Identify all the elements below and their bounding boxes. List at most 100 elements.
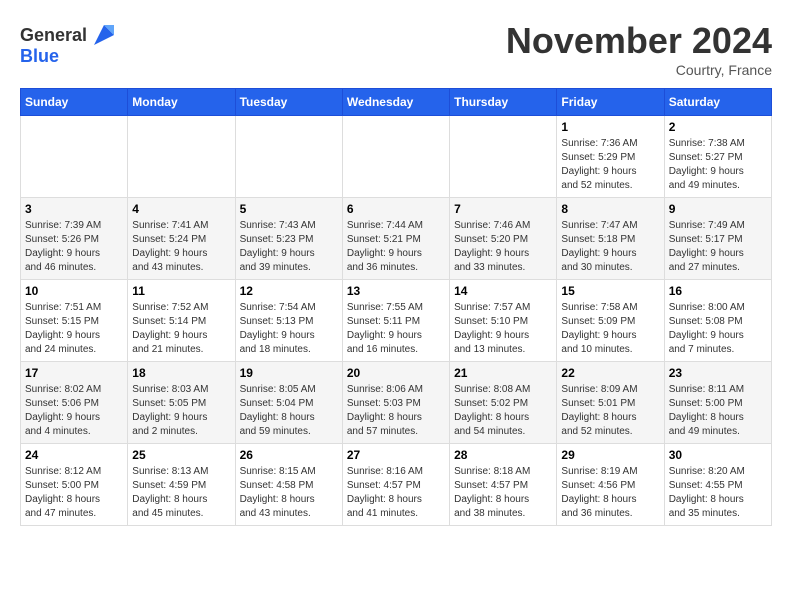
calendar-week-4: 17 Sunrise: 8:02 AM Sunset: 5:06 PM Dayli… xyxy=(21,362,772,444)
calendar-cell: 10 Sunrise: 7:51 AM Sunset: 5:15 PM Dayli… xyxy=(21,280,128,362)
day-number: 14 xyxy=(454,284,552,298)
day-info: Sunrise: 8:19 AM Sunset: 4:56 PM Dayligh… xyxy=(561,465,659,521)
day-number: 11 xyxy=(132,284,230,298)
calendar-cell: 24 Sunrise: 8:12 AM Sunset: 5:00 PM Dayli… xyxy=(21,444,128,526)
calendar-week-2: 3 Sunrise: 7:39 AM Sunset: 5:26 PM Daylig… xyxy=(21,198,772,280)
calendar-week-1: 1 Sunrise: 7:36 AM Sunset: 5:29 PM Daylig… xyxy=(21,116,772,198)
calendar-cell: 13 Sunrise: 7:55 AM Sunset: 5:11 PM Dayli… xyxy=(342,280,449,362)
calendar-cell: 22Sunrise: 8:09 AM Sunset: 5:01 PM Dayli… xyxy=(557,362,664,444)
calendar-header-row: SundayMondayTuesdayWednesdayThursdayFrid… xyxy=(21,89,772,116)
day-number: 9 xyxy=(669,202,767,216)
calendar-cell: 14 Sunrise: 7:57 AM Sunset: 5:10 PM Dayli… xyxy=(450,280,557,362)
day-info: Sunrise: 8:13 AM Sunset: 4:59 PM Dayligh… xyxy=(132,465,230,521)
day-info: Sunrise: 7:46 AM Sunset: 5:20 PM Dayligh… xyxy=(454,219,552,275)
day-info: Sunrise: 8:12 AM Sunset: 5:00 PM Dayligh… xyxy=(25,465,123,521)
calendar-cell: 15 Sunrise: 7:58 AM Sunset: 5:09 PM Dayli… xyxy=(557,280,664,362)
day-number: 20 xyxy=(347,366,445,380)
calendar-cell: 30 Sunrise: 8:20 AM Sunset: 4:55 PM Dayli… xyxy=(664,444,771,526)
day-info: Sunrise: 7:52 AM Sunset: 5:14 PM Dayligh… xyxy=(132,301,230,357)
calendar-cell: 7 Sunrise: 7:46 AM Sunset: 5:20 PM Daylig… xyxy=(450,198,557,280)
logo-general-text: General xyxy=(20,25,87,46)
day-number: 30 xyxy=(669,448,767,462)
calendar-week-3: 10 Sunrise: 7:51 AM Sunset: 5:15 PM Dayli… xyxy=(21,280,772,362)
day-info: Sunrise: 7:58 AM Sunset: 5:09 PM Dayligh… xyxy=(561,301,659,357)
calendar-cell: 19 Sunrise: 8:05 AM Sunset: 5:04 PM Dayli… xyxy=(235,362,342,444)
calendar-cell: 27 Sunrise: 8:16 AM Sunset: 4:57 PM Dayli… xyxy=(342,444,449,526)
day-number: 25 xyxy=(132,448,230,462)
calendar-cell: 5 Sunrise: 7:43 AM Sunset: 5:23 PM Daylig… xyxy=(235,198,342,280)
calendar-cell: 28 Sunrise: 8:18 AM Sunset: 4:57 PM Dayli… xyxy=(450,444,557,526)
day-info: Sunrise: 7:39 AM Sunset: 5:26 PM Dayligh… xyxy=(25,219,123,275)
calendar-cell: 20 Sunrise: 8:06 AM Sunset: 5:03 PM Dayli… xyxy=(342,362,449,444)
calendar-cell: 4Sunrise: 7:41 AM Sunset: 5:24 PM Daylig… xyxy=(128,198,235,280)
weekday-header-friday: Friday xyxy=(557,89,664,116)
day-info: Sunrise: 8:02 AM Sunset: 5:06 PM Dayligh… xyxy=(25,383,123,439)
day-info: Sunrise: 8:05 AM Sunset: 5:04 PM Dayligh… xyxy=(240,383,338,439)
day-info: Sunrise: 7:36 AM Sunset: 5:29 PM Dayligh… xyxy=(561,137,659,193)
day-info: Sunrise: 8:00 AM Sunset: 5:08 PM Dayligh… xyxy=(669,301,767,357)
day-number: 3 xyxy=(25,202,123,216)
day-number: 15 xyxy=(561,284,659,298)
month-title: November 2024 xyxy=(506,20,772,62)
day-number: 23 xyxy=(669,366,767,380)
calendar-week-5: 24 Sunrise: 8:12 AM Sunset: 5:00 PM Dayli… xyxy=(21,444,772,526)
day-number: 8 xyxy=(561,202,659,216)
calendar-cell: 6 Sunrise: 7:44 AM Sunset: 5:21 PM Daylig… xyxy=(342,198,449,280)
day-info: Sunrise: 7:44 AM Sunset: 5:21 PM Dayligh… xyxy=(347,219,445,275)
calendar-cell: 16 Sunrise: 8:00 AM Sunset: 5:08 PM Dayli… xyxy=(664,280,771,362)
day-info: Sunrise: 8:16 AM Sunset: 4:57 PM Dayligh… xyxy=(347,465,445,521)
weekday-header-thursday: Thursday xyxy=(450,89,557,116)
day-number: 16 xyxy=(669,284,767,298)
day-info: Sunrise: 8:09 AM Sunset: 5:01 PM Dayligh… xyxy=(561,383,659,439)
day-info: Sunrise: 8:08 AM Sunset: 5:02 PM Dayligh… xyxy=(454,383,552,439)
day-info: Sunrise: 7:38 AM Sunset: 5:27 PM Dayligh… xyxy=(669,137,767,193)
day-number: 4 xyxy=(132,202,230,216)
day-number: 29 xyxy=(561,448,659,462)
calendar-cell xyxy=(21,116,128,198)
day-number: 10 xyxy=(25,284,123,298)
calendar-cell xyxy=(128,116,235,198)
calendar-cell: 9Sunrise: 7:49 AM Sunset: 5:17 PM Daylig… xyxy=(664,198,771,280)
calendar-cell xyxy=(235,116,342,198)
day-number: 21 xyxy=(454,366,552,380)
calendar-cell: 3 Sunrise: 7:39 AM Sunset: 5:26 PM Daylig… xyxy=(21,198,128,280)
calendar-table: SundayMondayTuesdayWednesdayThursdayFrid… xyxy=(20,88,772,526)
day-number: 12 xyxy=(240,284,338,298)
day-number: 17 xyxy=(25,366,123,380)
day-info: Sunrise: 8:06 AM Sunset: 5:03 PM Dayligh… xyxy=(347,383,445,439)
location-subtitle: Courtry, France xyxy=(506,62,772,78)
day-info: Sunrise: 7:43 AM Sunset: 5:23 PM Dayligh… xyxy=(240,219,338,275)
weekday-header-saturday: Saturday xyxy=(664,89,771,116)
day-number: 1 xyxy=(561,120,659,134)
calendar-cell: 23Sunrise: 8:11 AM Sunset: 5:00 PM Dayli… xyxy=(664,362,771,444)
day-number: 7 xyxy=(454,202,552,216)
weekday-header-monday: Monday xyxy=(128,89,235,116)
weekday-header-sunday: Sunday xyxy=(21,89,128,116)
day-number: 19 xyxy=(240,366,338,380)
calendar-cell: 11 Sunrise: 7:52 AM Sunset: 5:14 PM Dayli… xyxy=(128,280,235,362)
day-info: Sunrise: 7:57 AM Sunset: 5:10 PM Dayligh… xyxy=(454,301,552,357)
calendar-cell: 8Sunrise: 7:47 AM Sunset: 5:18 PM Daylig… xyxy=(557,198,664,280)
day-number: 13 xyxy=(347,284,445,298)
day-info: Sunrise: 7:51 AM Sunset: 5:15 PM Dayligh… xyxy=(25,301,123,357)
weekday-header-wednesday: Wednesday xyxy=(342,89,449,116)
logo: General Blue xyxy=(20,20,119,67)
day-number: 24 xyxy=(25,448,123,462)
calendar-cell: 25 Sunrise: 8:13 AM Sunset: 4:59 PM Dayli… xyxy=(128,444,235,526)
day-number: 2 xyxy=(669,120,767,134)
calendar-cell: 12Sunrise: 7:54 AM Sunset: 5:13 PM Dayli… xyxy=(235,280,342,362)
day-number: 6 xyxy=(347,202,445,216)
calendar-cell: 18Sunrise: 8:03 AM Sunset: 5:05 PM Dayli… xyxy=(128,362,235,444)
calendar-cell: 17 Sunrise: 8:02 AM Sunset: 5:06 PM Dayli… xyxy=(21,362,128,444)
calendar-cell xyxy=(450,116,557,198)
day-number: 5 xyxy=(240,202,338,216)
day-info: Sunrise: 7:55 AM Sunset: 5:11 PM Dayligh… xyxy=(347,301,445,357)
logo-icon xyxy=(89,20,119,50)
day-info: Sunrise: 8:20 AM Sunset: 4:55 PM Dayligh… xyxy=(669,465,767,521)
day-number: 27 xyxy=(347,448,445,462)
page-header: General Blue November 2024 Courtry, Fran… xyxy=(20,20,772,78)
calendar-cell: 21 Sunrise: 8:08 AM Sunset: 5:02 PM Dayli… xyxy=(450,362,557,444)
day-info: Sunrise: 8:18 AM Sunset: 4:57 PM Dayligh… xyxy=(454,465,552,521)
day-number: 28 xyxy=(454,448,552,462)
day-number: 18 xyxy=(132,366,230,380)
